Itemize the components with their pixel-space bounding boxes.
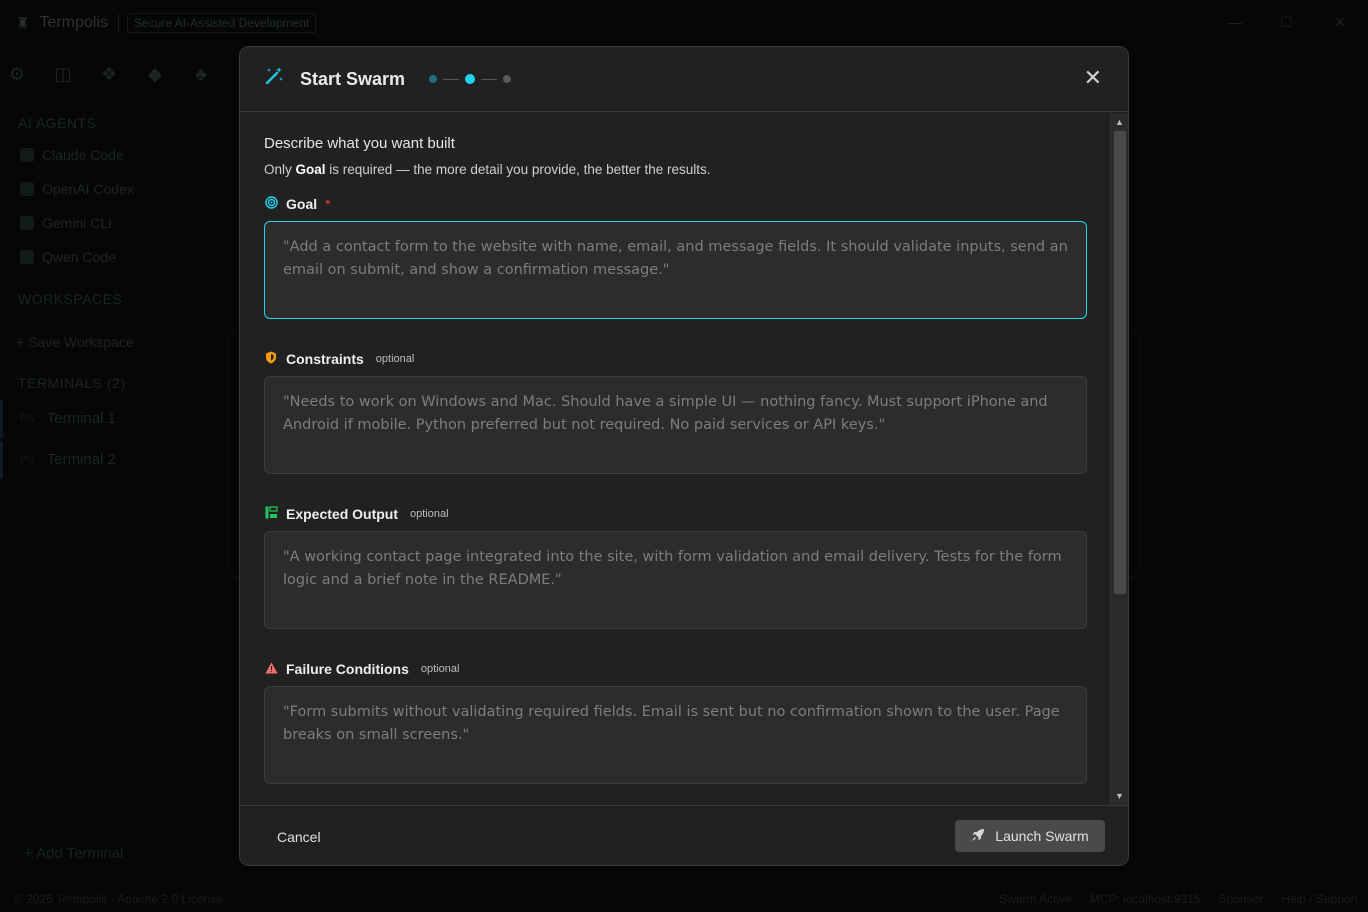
constraints-label: Constraints optional	[264, 350, 1086, 368]
rocket-icon	[971, 828, 985, 845]
expected-output-label-text: Expected Output	[286, 506, 399, 522]
dialog-title: Start Swarm	[300, 68, 406, 89]
shield-icon	[264, 351, 278, 367]
scroll-up-icon[interactable]: ▲	[1115, 117, 1124, 127]
expected-output-textarea[interactable]	[264, 531, 1087, 629]
step-connector	[481, 78, 498, 80]
launch-swarm-label: Launch Swarm	[995, 828, 1089, 844]
launch-swarm-button[interactable]: Launch Swarm	[955, 820, 1105, 852]
expected-output-field: Expected Output optional	[264, 505, 1087, 634]
target-svg	[264, 196, 278, 209]
goal-field: Goal *	[264, 195, 1087, 324]
intro-title: Describe what you want built	[264, 135, 455, 152]
warning-svg	[265, 662, 277, 673]
list-tree-icon	[264, 506, 278, 522]
target-icon	[264, 196, 278, 212]
failure-conditions-label-text: Failure Conditions	[286, 661, 409, 677]
start-swarm-dialog: Start Swarm ✕ Describe what you want bui…	[239, 46, 1129, 866]
constraints-field: Constraints optional	[264, 350, 1087, 479]
close-dialog-button[interactable]: ✕	[1084, 67, 1102, 89]
scroll-down-icon[interactable]: ▼	[1115, 791, 1124, 801]
intro-bold-goal: Goal	[295, 162, 326, 177]
dialog-body[interactable]: Describe what you want built Only Goal i…	[240, 113, 1110, 805]
shield-svg	[266, 351, 276, 364]
intro-subtitle: Only Goal is required — the more detail …	[264, 162, 1086, 177]
step-2-dot	[465, 74, 476, 84]
goal-label: Goal *	[264, 195, 1086, 213]
dialog-header: Start Swarm ✕	[240, 47, 1128, 112]
step-connector	[443, 78, 460, 80]
goal-label-text: Goal	[286, 196, 318, 212]
rocket-svg	[972, 828, 985, 841]
step-indicator	[429, 74, 512, 84]
expected-output-label: Expected Output optional	[264, 505, 1086, 523]
step-3-dot	[503, 75, 512, 83]
dialog-scrollbar[interactable]: ▲ ▼	[1110, 113, 1128, 805]
intro-prefix: Only	[264, 162, 296, 177]
optional-tag: optional	[420, 663, 460, 675]
required-asterisk: *	[325, 196, 331, 212]
scrollbar-thumb[interactable]	[1114, 131, 1126, 594]
intro-suffix: is required — the more detail you provid…	[325, 162, 711, 177]
dialog-footer: Cancel Launch Swarm	[240, 805, 1128, 865]
warning-icon	[264, 662, 278, 677]
failure-conditions-textarea[interactable]	[264, 686, 1087, 784]
failure-conditions-field: Failure Conditions optional	[264, 660, 1087, 789]
optional-tag: optional	[410, 508, 449, 520]
step-1-dot	[429, 75, 438, 83]
constraints-label-text: Constraints	[286, 351, 364, 367]
magic-wand-svg	[265, 67, 283, 85]
list-tree-svg	[265, 506, 278, 519]
optional-tag: optional	[375, 353, 415, 365]
failure-conditions-label: Failure Conditions optional	[264, 660, 1086, 678]
constraints-textarea[interactable]	[264, 376, 1087, 474]
goal-textarea[interactable]	[264, 221, 1087, 319]
cancel-button[interactable]: Cancel	[277, 829, 321, 845]
magic-wand-icon	[264, 66, 286, 92]
